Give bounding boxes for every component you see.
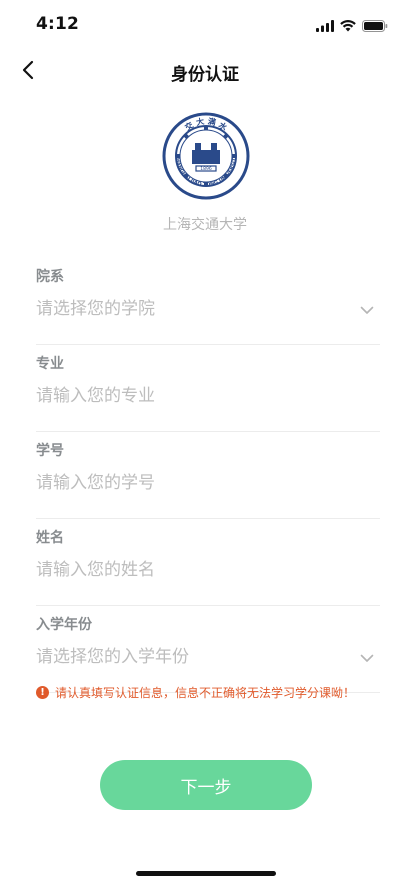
school-name: 上海交通大学 — [163, 217, 247, 233]
university-logo: 1896 SHANGHAI JIAO TONG UNIVERSITY 交 大 满… — [162, 112, 250, 200]
warning-message: ! 请认真填写认证信息，信息不正确将无法学习学分课呦！ — [36, 684, 355, 701]
nav-bar: 身份认证 — [0, 50, 410, 94]
status-time: 4:12 — [36, 14, 80, 34]
page-title: 身份认证 — [171, 65, 239, 85]
status-icons — [316, 17, 388, 36]
field-label: 院系 — [36, 269, 64, 285]
field-department: 院系 — [36, 258, 380, 345]
field-label: 专业 — [36, 356, 64, 372]
next-button[interactable]: 下一步 — [100, 760, 312, 810]
status-bar: 4:12 — [0, 0, 410, 50]
major-input[interactable] — [36, 381, 346, 411]
home-indicator — [136, 871, 276, 876]
identity-form: 院系 专业 学号 姓名 入学年份 — [36, 258, 380, 693]
signal-icon — [316, 17, 334, 36]
field-name: 姓名 — [36, 519, 380, 606]
field-label: 入学年份 — [36, 617, 92, 633]
exclamation-circle-icon: ! — [36, 686, 49, 699]
battery-icon — [362, 17, 388, 36]
wifi-icon — [340, 17, 356, 36]
field-enrollment-year: 入学年份 — [36, 606, 380, 693]
enrollment-year-select[interactable] — [36, 642, 346, 672]
field-major: 专业 — [36, 345, 380, 432]
chevron-down-icon[interactable] — [360, 650, 374, 664]
name-input[interactable] — [36, 555, 346, 585]
field-label: 姓名 — [36, 530, 64, 546]
logo-year: 1896 — [200, 166, 212, 172]
warning-text: 请认真填写认证信息，信息不正确将无法学习学分课呦！ — [55, 686, 356, 700]
student-id-input[interactable] — [36, 468, 346, 498]
department-select[interactable] — [36, 294, 346, 324]
chevron-down-icon[interactable] — [360, 302, 374, 316]
field-student-id: 学号 — [36, 432, 380, 519]
field-label: 学号 — [36, 443, 64, 459]
